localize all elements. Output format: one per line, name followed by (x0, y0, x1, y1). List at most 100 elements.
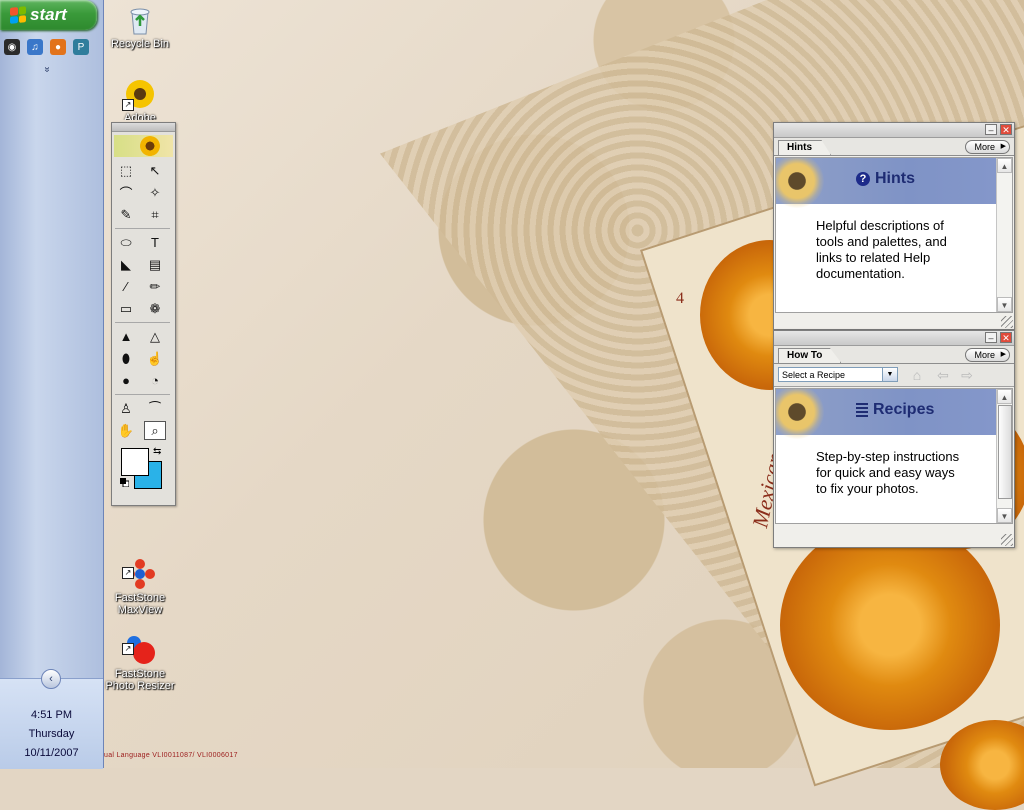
scroll-down-arrow-icon[interactable]: ▼ (997, 297, 1012, 312)
wallpaper-watermark: ual Language VLI0011087/ VLI0006017 (104, 752, 238, 759)
close-icon[interactable]: ✕ (1000, 124, 1012, 135)
scroll-down-arrow-icon[interactable]: ▼ (997, 508, 1012, 523)
minimize-icon[interactable]: – (985, 124, 997, 135)
shape-tool[interactable]: ⬭ (115, 233, 137, 252)
faststone-maxview-icon: ↗ (122, 546, 156, 589)
marigold-flower (780, 520, 1000, 730)
sunflower-icon (776, 158, 824, 208)
toolbox-sunflower-header (114, 135, 173, 157)
quick-launch-bar: ◉ ♫ ● P (4, 39, 89, 55)
sharpen-tool[interactable]: △ (144, 327, 166, 346)
close-icon[interactable]: ✕ (1000, 332, 1012, 343)
desktop-icon-adobe[interactable]: ↗ Adobe (104, 78, 176, 120)
clock-day: Thursday (28, 728, 75, 740)
tray-collapse-chevron-icon[interactable]: ‹ (41, 669, 61, 689)
help-question-icon: ? (856, 172, 870, 186)
desktop-icon-faststone-photo-resizer[interactable]: ↗ FastStone Photo Resizer (104, 610, 176, 704)
itunes-icon[interactable]: ♫ (27, 39, 43, 55)
tool-separator (115, 228, 170, 229)
paint-bucket-tool[interactable]: ◣ (115, 255, 137, 274)
tool-grid: ⬚ ↖ ⌒ ✧ ✎ ⌗ ⬭ T ◣ ▤ ⁄ ✏ ▭ ❁ ▲ △ ⬮ ☝ ● ◔ ♙ ⁀ ✋ ⌕ (112, 161, 175, 440)
howto-palette-titlebar[interactable]: – ✕ (774, 331, 1014, 346)
taskbar: start ◉ ♫ ● P » ‹ 4:51 PM Thursday 10/11/20… (0, 0, 104, 769)
marquee-tool[interactable]: ⬚ (115, 161, 137, 180)
scroll-up-arrow-icon[interactable]: ▲ (997, 158, 1012, 173)
recipe-select-value: Select a Recipe (782, 370, 846, 380)
publisher-icon[interactable]: P (73, 39, 89, 55)
hints-palette-titlebar[interactable]: – ✕ (774, 123, 1014, 138)
type-tool[interactable]: T (144, 233, 166, 252)
howto-toolbar: Select a Recipe ▼ ⌂ ⇦ ⇨ (774, 364, 1014, 387)
clock-date: 10/11/2007 (24, 747, 79, 759)
pencil-tool[interactable]: ✏ (144, 277, 166, 296)
minimize-icon[interactable]: – (985, 332, 997, 343)
hand-tool[interactable]: ✋ (115, 421, 137, 440)
burn-tool[interactable]: ◔ (144, 371, 166, 390)
clock-time[interactable]: 4:51 PM (0, 709, 103, 721)
resize-grip-icon[interactable] (1001, 534, 1013, 546)
back-arrow-icon[interactable]: ⇦ (934, 367, 952, 383)
crop-tool[interactable]: ⌗ (144, 205, 166, 224)
eyedropper-tool[interactable]: ⁀ (144, 399, 166, 418)
smudge-tool[interactable]: ☝ (144, 349, 166, 368)
howto-more-button[interactable]: More (965, 348, 1010, 362)
toolbox-palette: ⬚ ↖ ⌒ ✧ ✎ ⌗ ⬭ T ◣ ▤ ⁄ ✏ ▭ ❁ ▲ △ ⬮ ☝ ● ◔ ♙ ⁀ ✋ ⌕ ⇆ (111, 122, 176, 506)
start-label: start (30, 5, 67, 24)
eraser-tool[interactable]: ▭ (115, 299, 137, 318)
shortcut-arrow-icon: ↗ (122, 567, 134, 579)
blur-tool[interactable]: ▲ (115, 327, 137, 346)
red-eye-tool[interactable]: ❁ (144, 299, 166, 318)
howto-banner: Recipes (776, 389, 996, 439)
desktop-icon-recycle-bin[interactable]: Recycle Bin (104, 4, 176, 50)
quick-launch-more-chevron-icon[interactable]: » (41, 67, 52, 73)
sponge-tool[interactable]: ⬮ (115, 349, 137, 368)
swap-colors-icon[interactable]: ⇆ (153, 446, 161, 457)
recycle-bin-icon (124, 4, 156, 36)
windows-logo-icon (10, 6, 26, 24)
system-tray: ‹ 4:51 PM Thursday 10/11/2007 (0, 669, 103, 769)
howto-heading: Recipes (856, 401, 934, 419)
shortcut-arrow-icon: ↗ (122, 643, 134, 655)
firefox-icon[interactable]: ● (50, 39, 66, 55)
tab-how-to[interactable]: How To (778, 348, 842, 363)
sunflower-icon: ↗ (122, 78, 156, 111)
hints-scrollbar[interactable]: ▲ ▼ (996, 158, 1012, 312)
hints-tabrow: Hints More (774, 138, 1014, 156)
color-swatches: ⇆ (112, 446, 175, 496)
tool-separator (115, 394, 170, 395)
howto-scrollbar[interactable]: ▲ ▼ (996, 389, 1012, 523)
recipe-list-icon (856, 403, 868, 417)
selection-brush-tool[interactable]: ✎ (115, 205, 137, 224)
howto-tabrow: How To More (774, 346, 1014, 364)
desktop-icon-label: Recycle Bin (110, 38, 170, 50)
toolbox-drag-handle[interactable] (112, 123, 175, 132)
gradient-tool[interactable]: ▤ (144, 255, 166, 274)
hints-palette: – ✕ Hints More ? Hints Helpful descripti… (773, 122, 1015, 330)
recipe-select[interactable]: Select a Recipe ▼ (778, 367, 898, 382)
hints-heading: ? Hints (856, 170, 915, 188)
shortcut-arrow-icon: ↗ (122, 99, 134, 111)
resize-grip-icon[interactable] (1001, 316, 1013, 328)
hints-banner: ? Hints (776, 158, 996, 208)
hints-content: ? Hints Helpful descriptions of tools an… (775, 157, 1013, 313)
tool-separator (115, 322, 170, 323)
media-icon[interactable]: ◉ (4, 39, 20, 55)
scroll-up-arrow-icon[interactable]: ▲ (997, 389, 1012, 404)
tab-hints[interactable]: Hints (778, 140, 831, 155)
home-icon[interactable]: ⌂ (908, 367, 926, 383)
chevron-down-icon: ▼ (882, 368, 897, 381)
scroll-thumb[interactable] (998, 405, 1012, 499)
hints-more-button[interactable]: More (965, 140, 1010, 154)
magic-wand-tool[interactable]: ✧ (144, 183, 166, 202)
brush-tool[interactable]: ⁄ (115, 277, 137, 296)
start-button[interactable]: start (0, 0, 97, 30)
clone-stamp-tool[interactable]: ♙ (115, 399, 137, 418)
zoom-tool[interactable]: ⌕ (144, 421, 166, 440)
foreground-color-swatch[interactable] (121, 448, 149, 476)
lasso-tool[interactable]: ⌒ (115, 183, 137, 202)
forward-arrow-icon[interactable]: ⇨ (958, 367, 976, 383)
faststone-photo-resizer-icon: ↗ (122, 622, 156, 664)
move-tool[interactable]: ↖ (144, 161, 166, 180)
dodge-tool[interactable]: ● (115, 371, 137, 390)
default-colors-icon[interactable] (120, 478, 130, 488)
